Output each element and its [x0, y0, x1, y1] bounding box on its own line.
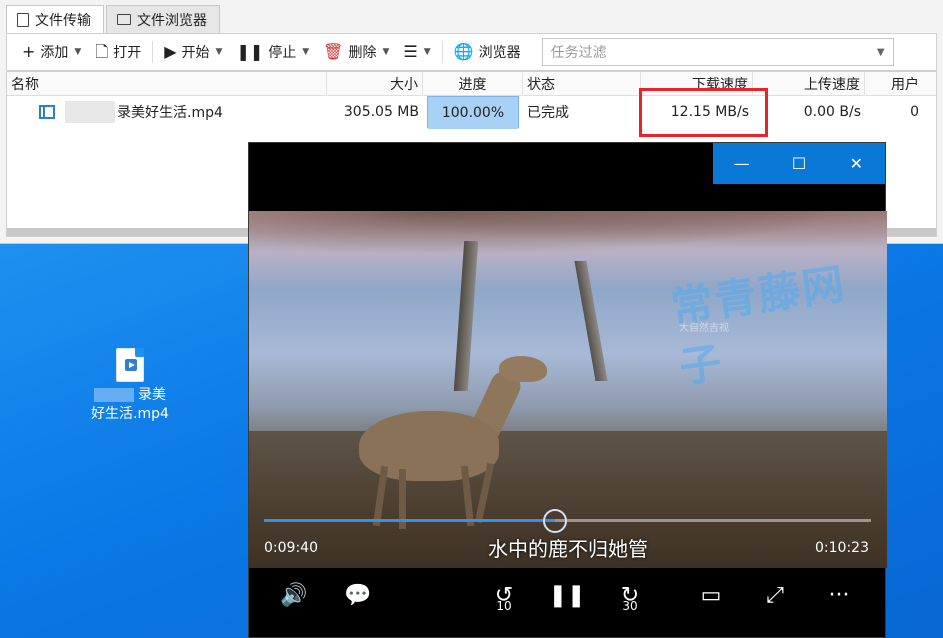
tab-label: 文件浏览器	[137, 12, 207, 29]
chevron-down-icon: ▼	[215, 47, 223, 57]
window-controls: — ☐ ✕	[713, 143, 885, 184]
cell-status: 已完成	[527, 105, 569, 121]
pause-button[interactable]: ❚❚	[547, 583, 587, 608]
file-name: 录美好生活.mp4	[117, 105, 223, 121]
playback-controls: 🔊 💬 ↺ 10 ❚❚ ↻ 30 ▭ ⤢ ···	[249, 569, 885, 637]
tab-file-browser[interactable]: 文件浏览器	[106, 5, 220, 33]
chevron-down-icon: ▼	[302, 47, 310, 57]
open-file-icon: 🗋	[95, 42, 109, 61]
tab-label: 文件传输	[35, 13, 91, 29]
more-icon: ···	[828, 583, 850, 608]
delete-label: 删除	[348, 45, 377, 61]
minimize-icon: —	[733, 154, 750, 173]
current-time: 0:09:40	[264, 540, 318, 556]
subtitles-button[interactable]: 💬	[338, 583, 378, 608]
desktop-file-label-line1: 录美	[82, 386, 178, 405]
fullscreen-icon: ⤢	[766, 583, 784, 608]
column-header-size[interactable]: 大小	[327, 72, 423, 96]
highlight-box	[639, 88, 768, 137]
stop-label: 停止	[268, 45, 297, 61]
maximize-button[interactable]: ☐	[770, 143, 827, 184]
seek-bar[interactable]	[264, 509, 871, 533]
filter-placeholder: 任务过滤	[550, 45, 607, 61]
blurred-text	[94, 388, 134, 402]
subtitle: 水中的鹿不归她管	[488, 537, 648, 561]
globe-icon: 🌐	[453, 42, 474, 61]
tab-file-transfer[interactable]: 文件传输	[6, 5, 104, 34]
column-header-status[interactable]: 状态	[523, 72, 641, 96]
forward-button[interactable]: ↻ 30	[610, 583, 650, 613]
task-filter-input[interactable]: 任务过滤 ▼	[541, 38, 894, 66]
total-time: 0:10:23	[815, 540, 869, 556]
chevron-down-icon: ▼	[74, 47, 82, 57]
chevron-down-icon: ▼	[423, 47, 431, 57]
cell-users: 0	[910, 104, 919, 120]
video-scene	[249, 211, 887, 261]
add-button[interactable]: + 添加 ▼	[15, 37, 88, 67]
tab-bar: 文件传输 文件浏览器	[6, 5, 222, 34]
chevron-down-icon[interactable]: ▼	[877, 47, 885, 58]
pause-icon: ❚❚	[548, 583, 586, 608]
column-header-name[interactable]: 名称	[7, 72, 327, 96]
toolbar: + 添加 ▼ 🗋 打开 ▶ 开始 ▼ ❚❚ 停止 ▼ 🗑 删除 ▼ ☰ ▼ 🌐 …	[6, 33, 937, 71]
subtitles-icon: 💬	[344, 583, 372, 608]
cell-size: 305.05 MB	[343, 104, 419, 120]
table-row[interactable]: 录美好生活.mp4 305.05 MB 100.00% 已完成 12.15 MB…	[7, 96, 936, 129]
start-label: 开始	[181, 45, 210, 61]
play-icon: ▶	[164, 42, 177, 61]
start-button[interactable]: ▶ 开始 ▼	[157, 37, 229, 67]
browser-button[interactable]: 🌐 浏览器	[447, 37, 528, 67]
close-icon: ✕	[849, 154, 864, 173]
progress-bar: 100.00%	[427, 96, 519, 129]
document-icon	[17, 13, 29, 27]
volume-button[interactable]: 🔊	[274, 583, 314, 608]
chevron-down-icon: ▼	[382, 47, 390, 57]
folder-icon	[117, 14, 131, 25]
add-label: 添加	[40, 45, 69, 61]
volume-icon: 🔊	[280, 583, 308, 608]
blurred-text	[65, 101, 115, 123]
mini-view-icon: ▭	[700, 583, 722, 608]
toolbar-divider	[441, 41, 443, 63]
pause-icon: ❚❚	[236, 42, 264, 61]
toolbar-divider	[152, 41, 154, 63]
column-header-progress[interactable]: 进度	[423, 72, 523, 96]
cell-progress: 100.00%	[423, 96, 523, 129]
maximize-icon: ☐	[791, 154, 807, 173]
open-button[interactable]: 🗋 打开	[88, 37, 148, 67]
video-scene	[453, 241, 479, 391]
rewind-button[interactable]: ↺ 10	[484, 583, 524, 613]
column-header-upload-speed[interactable]: 上传速度	[753, 72, 865, 96]
video-file-icon	[39, 105, 55, 119]
cell-upload-speed: 0.00 B/s	[803, 104, 861, 120]
progress-text: 100.00%	[441, 105, 505, 121]
video-frame[interactable]: 常青藤网子 大自然吉视	[249, 211, 887, 568]
mini-view-button[interactable]: ▭	[691, 583, 731, 608]
video-scene	[499, 356, 547, 382]
close-button[interactable]: ✕	[828, 143, 885, 184]
menu-button[interactable]: ☰ ▼	[396, 37, 437, 67]
trash-icon: 🗑	[323, 42, 344, 61]
desktop-file-icon[interactable]: 录美 好生活.mp4	[82, 348, 178, 424]
desktop-file-label-line2: 好生活.mp4	[91, 406, 169, 422]
delete-button[interactable]: 🗑 删除 ▼	[316, 37, 396, 67]
plus-icon: +	[22, 42, 36, 61]
stop-button[interactable]: ❚❚ 停止 ▼	[229, 37, 316, 67]
open-label: 打开	[113, 45, 142, 61]
cell-name: 录美好生活.mp4	[7, 96, 327, 128]
media-player-window: — ☐ ✕ 常青藤网子 大自然吉视 水中的鹿不归她管 0:09:40 0:10:…	[248, 142, 887, 638]
video-file-icon	[116, 348, 144, 382]
column-header-users[interactable]: 用户	[865, 72, 923, 96]
browser-label: 浏览器	[478, 45, 521, 61]
play-icon	[125, 359, 137, 371]
more-button[interactable]: ···	[819, 583, 859, 608]
watermark-small: 大自然吉视	[679, 323, 729, 334]
minimize-button[interactable]: —	[713, 143, 770, 184]
list-header: 名称 大小 进度 状态 下载速度 上传速度 用户	[7, 72, 936, 96]
video-scene	[574, 261, 608, 381]
fullscreen-button[interactable]: ⤢	[755, 583, 795, 608]
menu-icon: ☰	[403, 42, 418, 61]
seek-fill	[264, 519, 556, 522]
